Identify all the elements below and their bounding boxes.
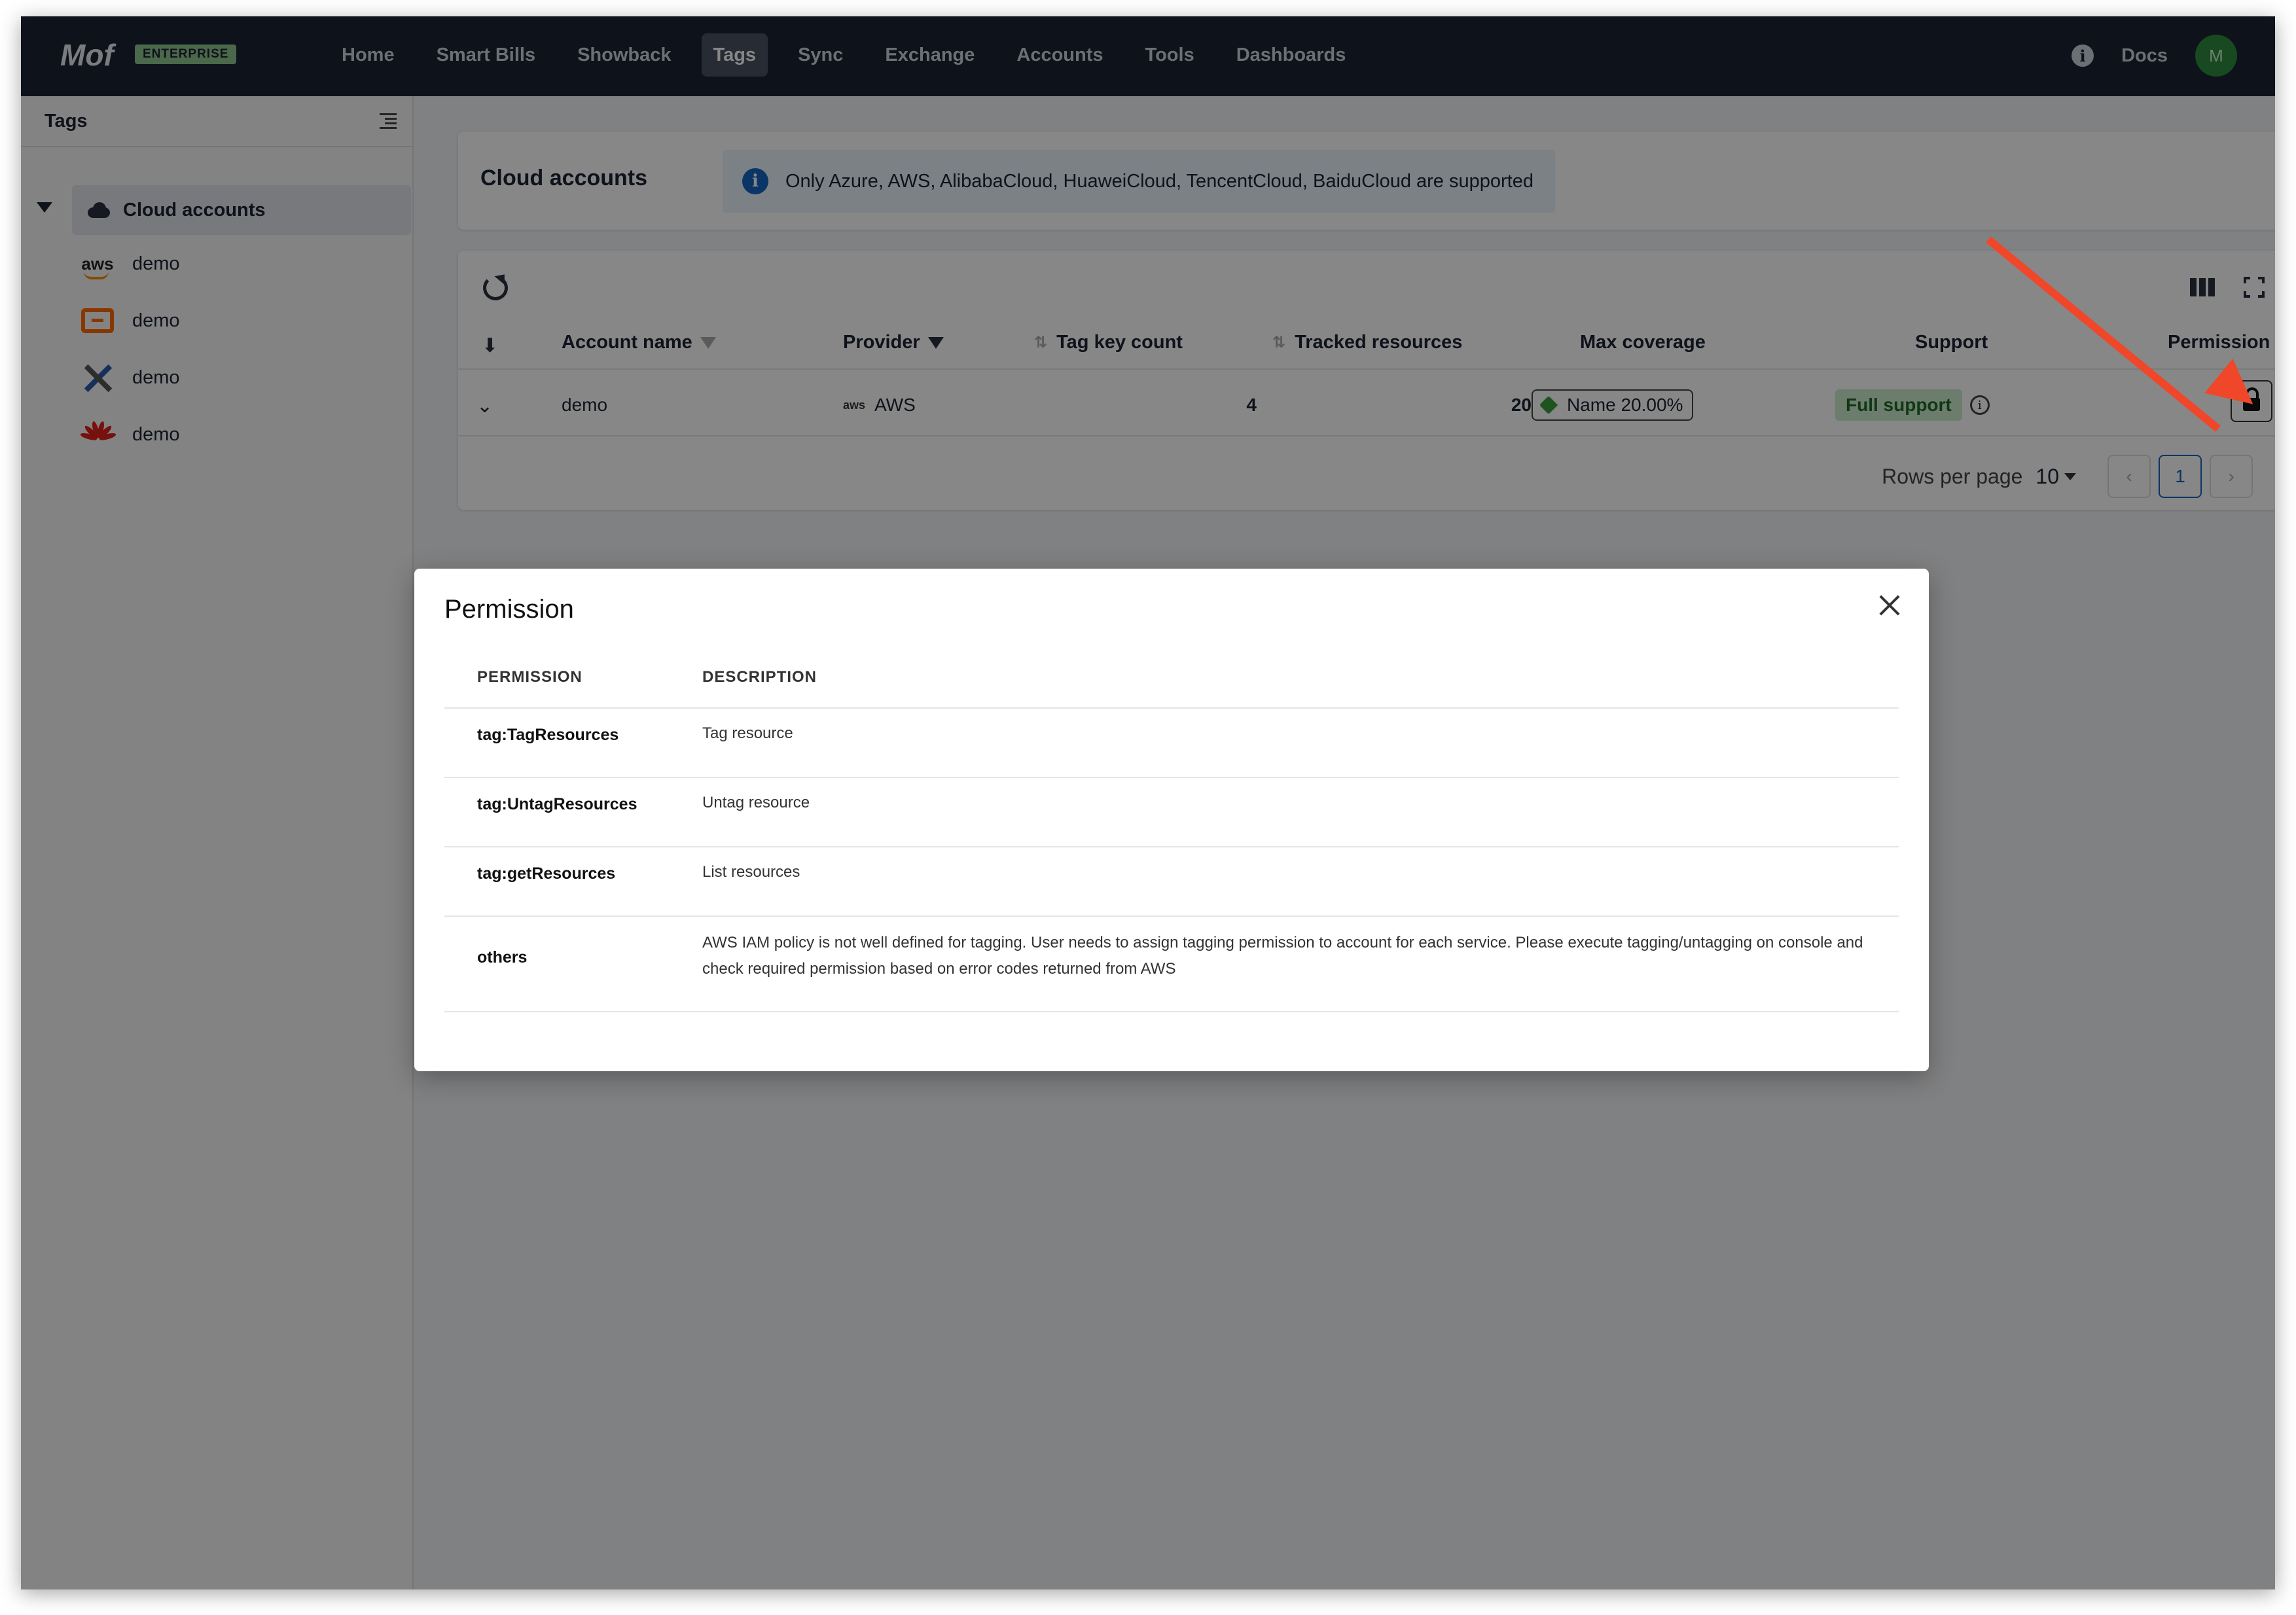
permission-name: tag:UntagResources [477, 795, 637, 813]
header-description: DESCRIPTION [702, 668, 817, 686]
permission-description: Tag resource [702, 724, 793, 742]
divider [444, 1011, 1899, 1012]
divider [444, 777, 1899, 778]
permission-modal: Permission PERMISSION DESCRIPTION tag:Ta… [414, 569, 1929, 1071]
header-permission: PERMISSION [477, 668, 583, 686]
permission-name: tag:getResources [477, 864, 616, 883]
divider [444, 707, 1899, 709]
divider [444, 915, 1899, 917]
app-window: Mof ENTERPRISE Home Smart Bills Showback… [21, 16, 2275, 1589]
divider [444, 846, 1899, 847]
permission-name: tag:TagResources [477, 726, 619, 744]
close-icon[interactable] [1876, 592, 1903, 618]
permission-description: AWS IAM policy is not well defined for t… [702, 934, 1863, 978]
modal-title: Permission [444, 595, 574, 624]
permission-description: Untag resource [702, 794, 810, 811]
permission-description: List resources [702, 863, 800, 881]
permission-name: others [477, 948, 528, 967]
